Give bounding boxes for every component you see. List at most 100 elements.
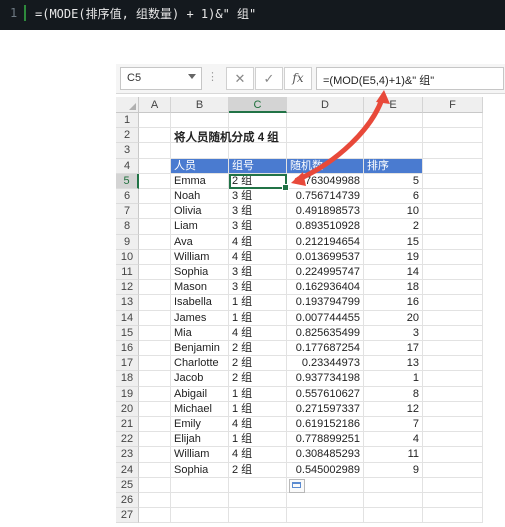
row-header-19[interactable]: 19 (116, 386, 139, 402)
table-cell[interactable]: James (171, 310, 229, 326)
row-header-1[interactable]: 1 (116, 113, 139, 129)
grid-cell[interactable] (423, 143, 483, 159)
grid-cell[interactable] (139, 189, 171, 205)
grid-cell[interactable] (423, 462, 483, 478)
grid-cell[interactable] (139, 265, 171, 281)
table-cell[interactable]: 4 组 (229, 234, 287, 250)
grid-cell[interactable] (139, 310, 171, 326)
table-cell[interactable]: 2 组 (229, 341, 287, 357)
grid-cell[interactable] (229, 477, 287, 493)
table-cell[interactable]: Elijah (171, 432, 229, 448)
table-cell[interactable]: 3 组 (229, 265, 287, 281)
table-cell[interactable]: William (171, 249, 229, 265)
table-header-cell[interactable]: 人员 (171, 158, 229, 174)
column-header-a[interactable]: A (139, 97, 171, 113)
grid-cell[interactable] (287, 143, 364, 159)
table-cell[interactable]: 4 组 (229, 325, 287, 341)
grid-cell[interactable] (423, 158, 483, 174)
grid-cell[interactable] (171, 143, 229, 159)
table-cell[interactable]: 4 组 (229, 249, 287, 265)
grid-cell[interactable] (139, 280, 171, 296)
table-cell[interactable]: 8 (364, 386, 423, 402)
grid-cell[interactable] (229, 493, 287, 509)
table-cell[interactable]: Liam (171, 219, 229, 235)
table-cell[interactable]: 18 (364, 280, 423, 296)
table-cell[interactable]: 1 组 (229, 401, 287, 417)
table-cell[interactable]: 0.23344973 (287, 356, 364, 372)
table-cell[interactable]: 0.271597337 (287, 401, 364, 417)
grid-cell[interactable] (287, 113, 364, 129)
table-cell[interactable]: 11 (364, 447, 423, 463)
table-cell[interactable]: 0.763049988 (287, 173, 364, 189)
grid-cell[interactable] (139, 158, 171, 174)
table-cell[interactable]: 0.177687254 (287, 341, 364, 357)
table-cell[interactable]: 14 (364, 265, 423, 281)
table-cell[interactable]: Charlotte (171, 356, 229, 372)
grid-cell[interactable] (423, 401, 483, 417)
grid-cell[interactable] (229, 113, 287, 129)
grid-cell[interactable] (423, 508, 483, 524)
column-header-e[interactable]: E (364, 97, 423, 113)
column-header-f[interactable]: F (423, 97, 483, 113)
row-header-20[interactable]: 20 (116, 401, 139, 417)
row-header-25[interactable]: 25 (116, 477, 139, 493)
row-header-4[interactable]: 4 (116, 158, 139, 174)
table-cell[interactable]: 0.212194654 (287, 234, 364, 250)
grid-cell[interactable] (423, 417, 483, 433)
grid-cell[interactable] (287, 128, 364, 144)
table-cell[interactable]: 2 组 (229, 356, 287, 372)
table-cell[interactable]: 4 组 (229, 417, 287, 433)
grid-cell[interactable] (423, 341, 483, 357)
table-cell[interactable]: 10 (364, 204, 423, 220)
table-cell[interactable]: 12 (364, 401, 423, 417)
table-cell[interactable]: 3 组 (229, 204, 287, 220)
table-cell[interactable]: 3 组 (229, 219, 287, 235)
table-cell[interactable]: 17 (364, 341, 423, 357)
table-cell[interactable]: Ava (171, 234, 229, 250)
table-cell[interactable]: Olivia (171, 204, 229, 220)
grid-cell[interactable] (423, 219, 483, 235)
chevron-down-icon[interactable] (188, 74, 196, 79)
table-cell[interactable]: 9 (364, 462, 423, 478)
table-cell[interactable]: 4 (364, 432, 423, 448)
table-cell[interactable]: 0.825635499 (287, 325, 364, 341)
table-cell[interactable]: Abigail (171, 386, 229, 402)
table-cell[interactable]: Sophia (171, 462, 229, 478)
row-header-17[interactable]: 17 (116, 356, 139, 372)
grid-cell[interactable] (171, 113, 229, 129)
table-cell[interactable]: 0.545002989 (287, 462, 364, 478)
row-header-16[interactable]: 16 (116, 341, 139, 357)
table-cell[interactable]: 6 (364, 189, 423, 205)
table-cell[interactable]: 2 组 (229, 173, 287, 189)
drag-handle-icon[interactable]: ⋮ (207, 70, 218, 83)
table-cell[interactable]: 5 (364, 173, 423, 189)
row-header-24[interactable]: 24 (116, 462, 139, 478)
grid-cell[interactable] (229, 143, 287, 159)
table-header-cell[interactable]: 组号 (229, 158, 287, 174)
table-cell[interactable]: 20 (364, 310, 423, 326)
row-header-18[interactable]: 18 (116, 371, 139, 387)
grid-cell[interactable] (139, 508, 171, 524)
select-all-button[interactable] (116, 97, 139, 113)
grid-cell[interactable] (139, 477, 171, 493)
grid-cell[interactable] (139, 356, 171, 372)
grid-cell[interactable] (423, 189, 483, 205)
table-cell[interactable]: Emily (171, 417, 229, 433)
table-cell[interactable]: 16 (364, 295, 423, 311)
grid-cell[interactable] (423, 113, 483, 129)
row-header-7[interactable]: 7 (116, 204, 139, 220)
grid-cell[interactable] (423, 295, 483, 311)
row-header-12[interactable]: 12 (116, 280, 139, 296)
row-header-23[interactable]: 23 (116, 447, 139, 463)
table-cell[interactable]: Benjamin (171, 341, 229, 357)
grid-cell[interactable] (423, 249, 483, 265)
table-cell[interactable]: Jacob (171, 371, 229, 387)
table-cell[interactable]: 2 组 (229, 371, 287, 387)
grid-cell[interactable] (287, 493, 364, 509)
grid-cell[interactable] (171, 508, 229, 524)
row-header-3[interactable]: 3 (116, 143, 139, 159)
grid-cell[interactable] (139, 113, 171, 129)
grid-cell[interactable] (364, 143, 423, 159)
table-cell[interactable]: 0.619152186 (287, 417, 364, 433)
grid-cell[interactable] (171, 477, 229, 493)
